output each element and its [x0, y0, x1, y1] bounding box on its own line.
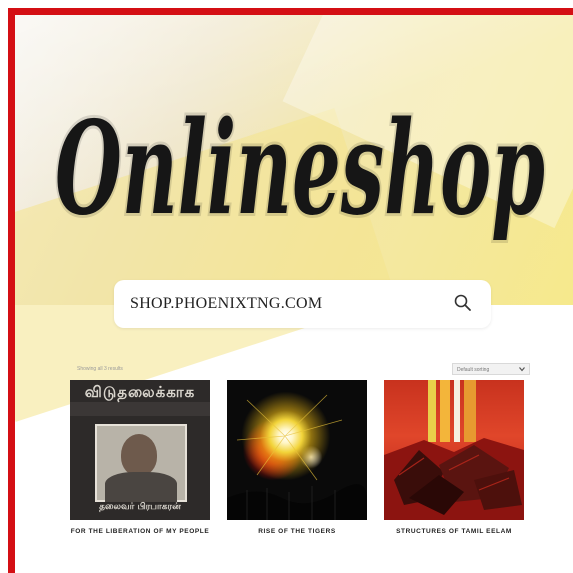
cover-artwork: [384, 438, 524, 520]
product-card[interactable]: RISE OF THE TIGERS: [227, 380, 367, 535]
cover-title-text: விடுதலைக்காக: [84, 383, 196, 401]
logo-text: Onlineshop: [55, 94, 545, 244]
product-image[interactable]: [384, 380, 524, 520]
product-card[interactable]: விடுதலைக்காக தலைவர் பிரபாகரன் FOR THE LI…: [70, 380, 210, 535]
product-title[interactable]: STRUCTURES OF TAMIL EELAM: [384, 528, 524, 535]
portrait-body: [105, 472, 177, 502]
onlineshop-logo: Onlineshop: [55, 91, 548, 247]
product-image[interactable]: [227, 380, 367, 520]
search-bar[interactable]: SHOP.PHOENIXTNG.COM: [114, 280, 491, 328]
search-input[interactable]: SHOP.PHOENIXTNG.COM: [130, 295, 322, 313]
portrait-face: [121, 434, 157, 476]
results-count: Showing all 3 results: [77, 366, 123, 372]
chevron-down-icon: [519, 367, 525, 372]
cover-author-text: தலைவர் பிரபாகரன்: [99, 502, 181, 512]
product-card[interactable]: STRUCTURES OF TAMIL EELAM: [384, 380, 524, 535]
product-title[interactable]: FOR THE LIBERATION OF MY PEOPLE: [70, 528, 210, 535]
search-icon[interactable]: [453, 293, 473, 313]
cover-band: [70, 402, 210, 416]
page-frame: Onlineshop SHOP.PHOENIXTNG.COM Showing a…: [8, 8, 573, 573]
sort-value: Default sorting: [457, 367, 490, 373]
product-title[interactable]: RISE OF THE TIGERS: [227, 528, 367, 535]
product-image[interactable]: விடுதலைக்காக தலைவர் பிரபாகரன்: [70, 380, 210, 520]
hero-banner: Onlineshop SHOP.PHOENIXTNG.COM: [15, 15, 573, 422]
cover-artwork: [227, 394, 367, 520]
sort-dropdown[interactable]: Default sorting: [452, 363, 530, 375]
cover-portrait: [95, 424, 187, 502]
